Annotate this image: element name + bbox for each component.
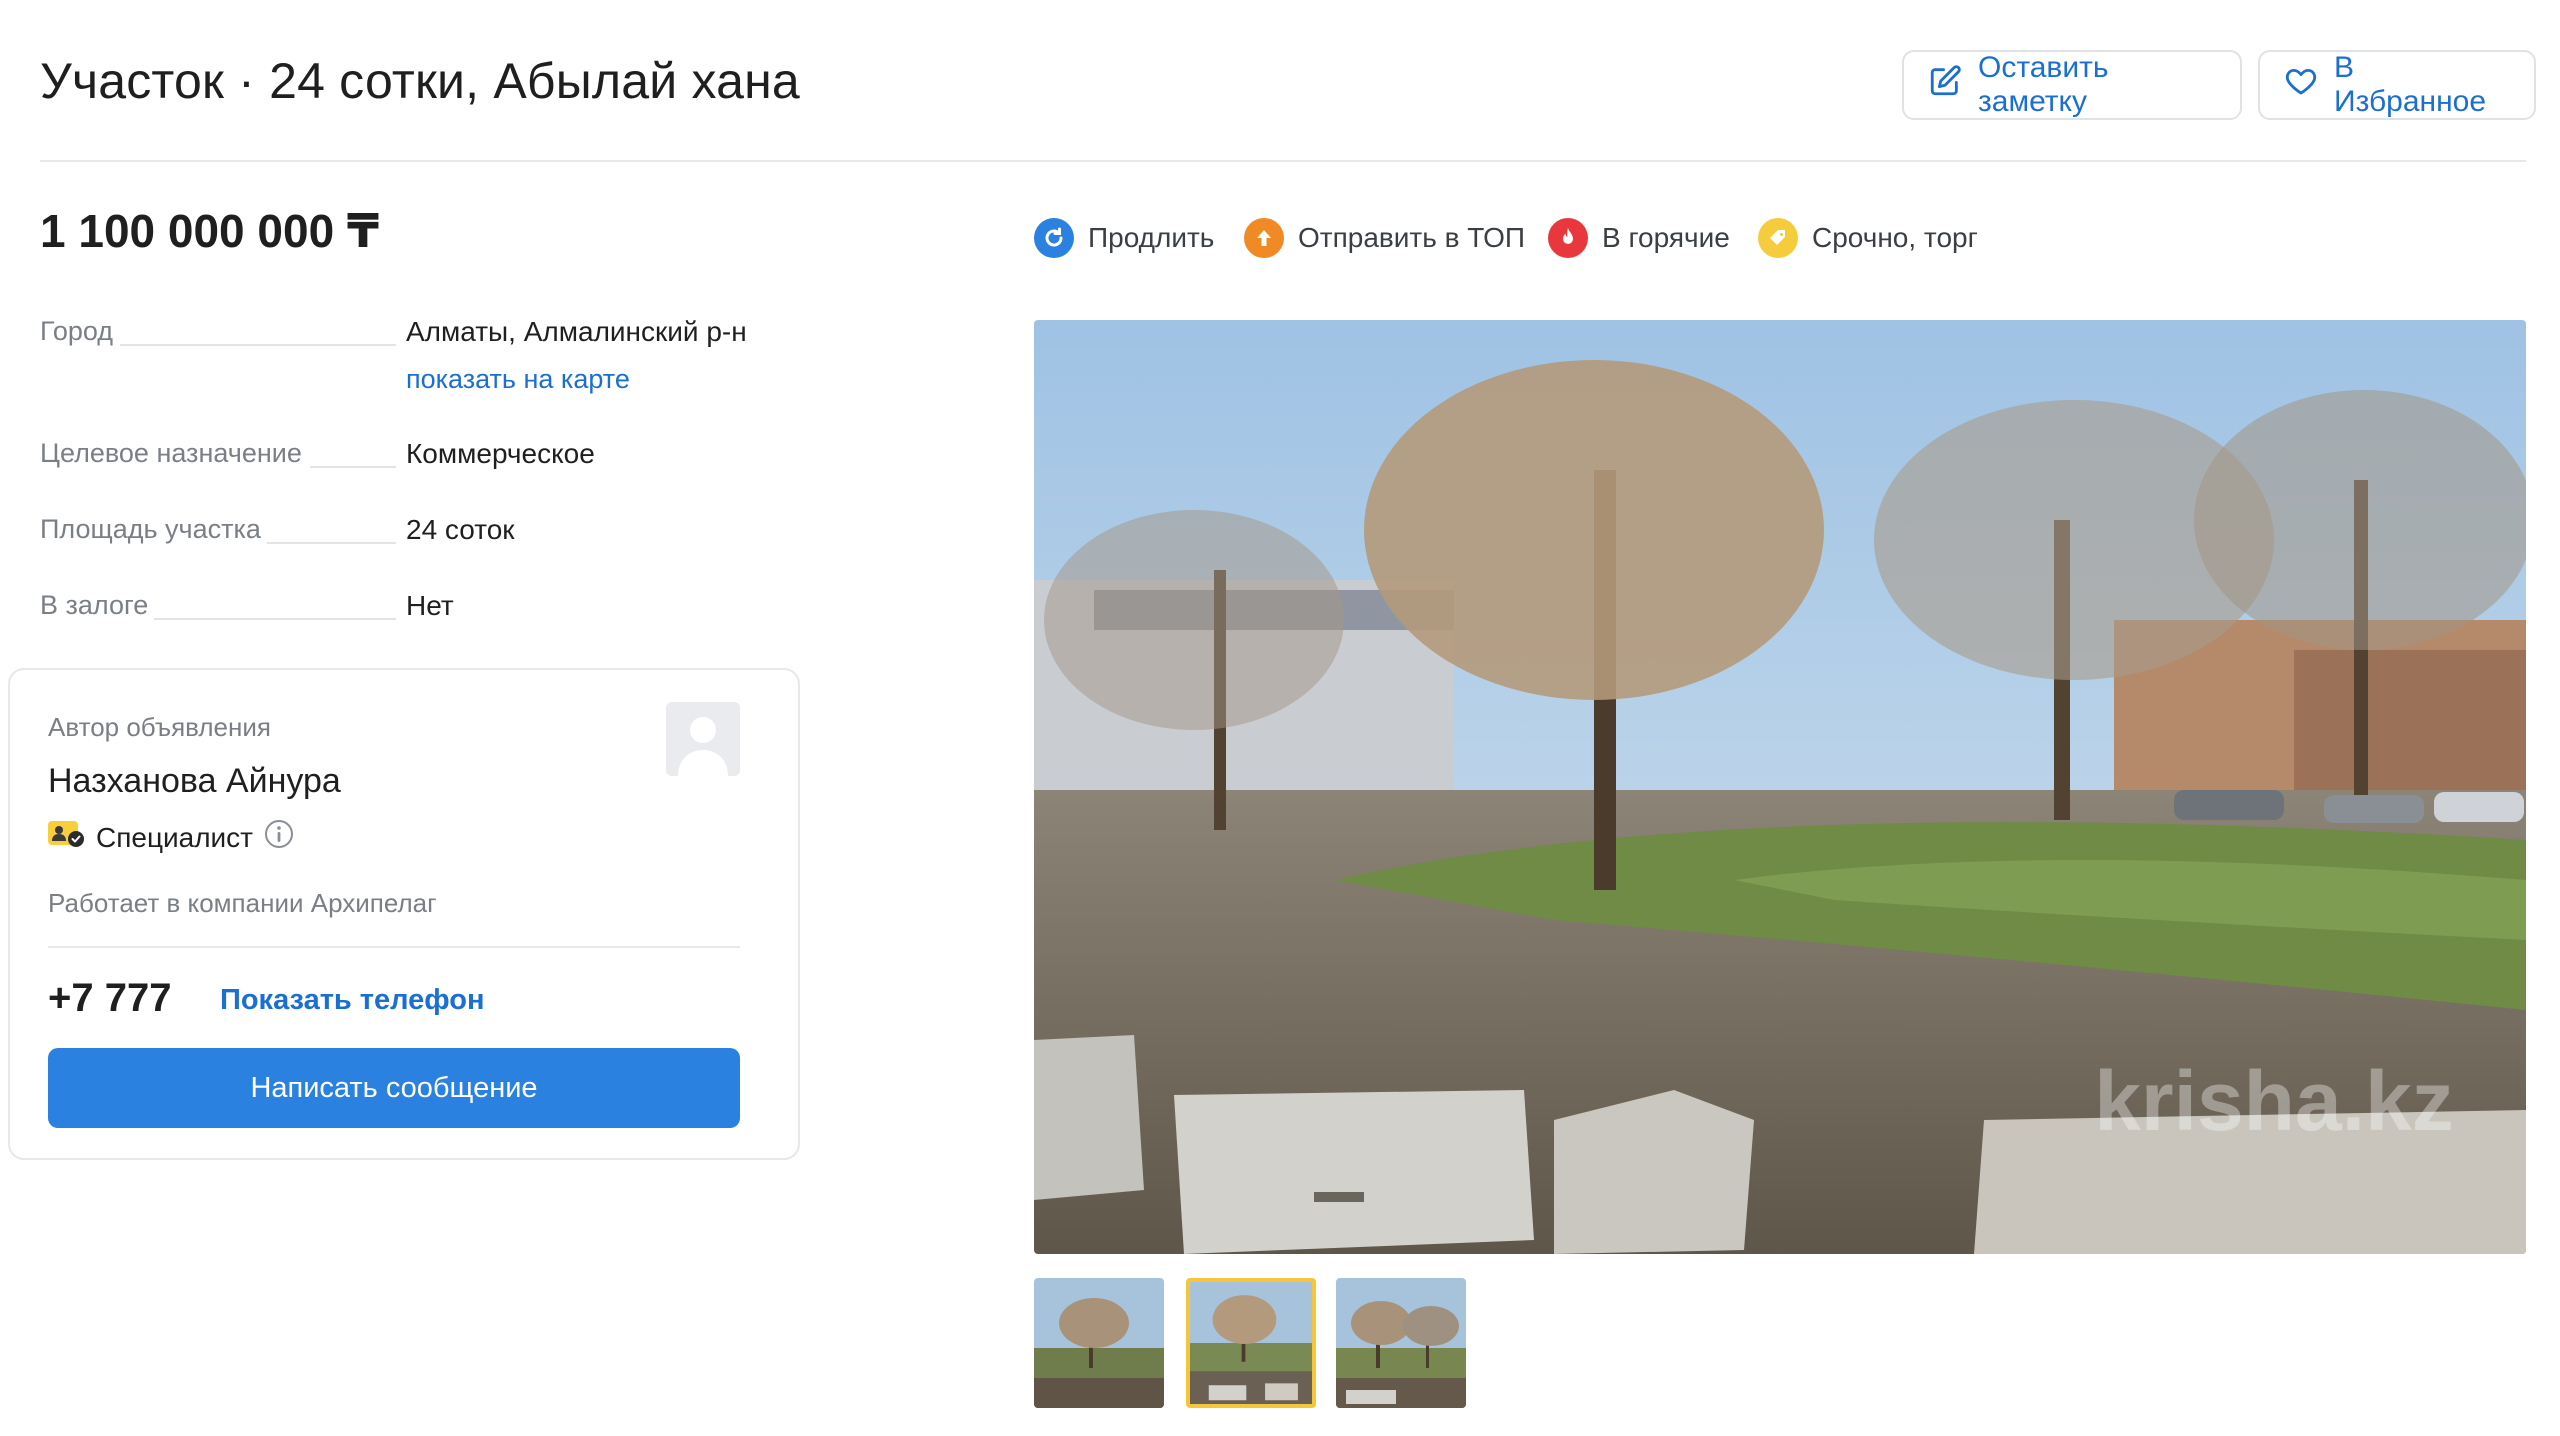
thumbnail-1[interactable] <box>1034 1278 1164 1408</box>
refresh-icon <box>1034 218 1074 258</box>
detail-row-area: Площадь участка 24 соток <box>40 514 760 554</box>
detail-label: Город <box>40 316 120 347</box>
fire-icon <box>1548 218 1588 258</box>
show-on-map-link[interactable]: показать на карте <box>406 364 630 395</box>
card-divider <box>48 946 740 948</box>
edit-note-icon <box>1928 64 1962 106</box>
favorites-label: В Избранное <box>2334 51 2487 118</box>
detail-value: Коммерческое <box>406 438 595 469</box>
promo-label: Отправить в ТОП <box>1298 222 1526 253</box>
detail-value: Нет <box>406 590 454 621</box>
info-icon[interactable] <box>263 818 295 857</box>
detail-row-purpose: Целевое назначение Коммерческое <box>40 438 760 478</box>
listing-page: Участок · 24 сотки, Абылай хана Оставить… <box>8 0 2536 1436</box>
specialist-badge: Специалист <box>48 818 295 857</box>
detail-label: Целевое назначение <box>40 438 308 469</box>
heart-icon <box>2284 64 2318 106</box>
promo-label: Срочно, торг <box>1812 222 1978 253</box>
phone-number: +7 777 <box>48 976 172 1020</box>
header-divider <box>40 160 2526 162</box>
detail-row-pledge: В залоге Нет <box>40 590 760 630</box>
write-message-button[interactable]: Написать сообщение <box>48 1048 740 1128</box>
tag-icon <box>1758 218 1798 258</box>
leader-line <box>310 466 396 468</box>
write-message-label: Написать сообщение <box>250 1071 538 1104</box>
watermark-text: krisha.kz <box>2094 1054 2454 1148</box>
author-heading: Автор объявления <box>48 712 271 742</box>
detail-row-city: Город Алматы, Алмалинский р-н <box>40 316 760 356</box>
price: 1 100 000 000 ₸ <box>40 205 379 257</box>
leave-note-button[interactable]: Оставить заметку <box>1902 50 2242 120</box>
promo-label: Продлить <box>1088 222 1215 253</box>
main-photo[interactable]: krisha.kz <box>1034 320 2526 1254</box>
leader-line <box>152 618 396 620</box>
detail-value: 24 соток <box>406 514 515 545</box>
promo-send-top[interactable]: Отправить в ТОП <box>1244 218 1525 258</box>
show-phone-link[interactable]: Показать телефон <box>220 984 485 1017</box>
leader-line <box>120 344 396 346</box>
specialist-label: Специалист <box>96 821 254 853</box>
avatar[interactable] <box>666 702 740 776</box>
author-name[interactable]: Назханова Айнура <box>48 762 341 801</box>
leave-note-label: Оставить заметку <box>1978 51 2109 118</box>
promo-label: В горячие <box>1602 222 1730 253</box>
promo-hot[interactable]: В горячие <box>1548 218 1730 258</box>
detail-label: Площадь участка <box>40 514 267 545</box>
arrow-up-icon <box>1244 218 1284 258</box>
detail-label: В залоге <box>40 590 155 621</box>
specialist-icon <box>48 819 86 856</box>
author-company: Работает в компании Архипелаг <box>48 888 437 918</box>
add-to-favorites-button[interactable]: В Избранное <box>2258 50 2536 120</box>
promo-urgent[interactable]: Срочно, торг <box>1758 218 1978 258</box>
detail-value: Алматы, Алмалинский р-н <box>406 316 747 347</box>
thumbnail-3[interactable] <box>1336 1278 1466 1408</box>
page-title: Участок · 24 сотки, Абылай хана <box>40 53 800 109</box>
thumbnail-2[interactable] <box>1186 1278 1316 1408</box>
promo-extend[interactable]: Продлить <box>1034 218 1214 258</box>
author-card: Автор объявления Назханова Айнура Специа… <box>8 668 800 1160</box>
leader-line <box>262 542 396 544</box>
